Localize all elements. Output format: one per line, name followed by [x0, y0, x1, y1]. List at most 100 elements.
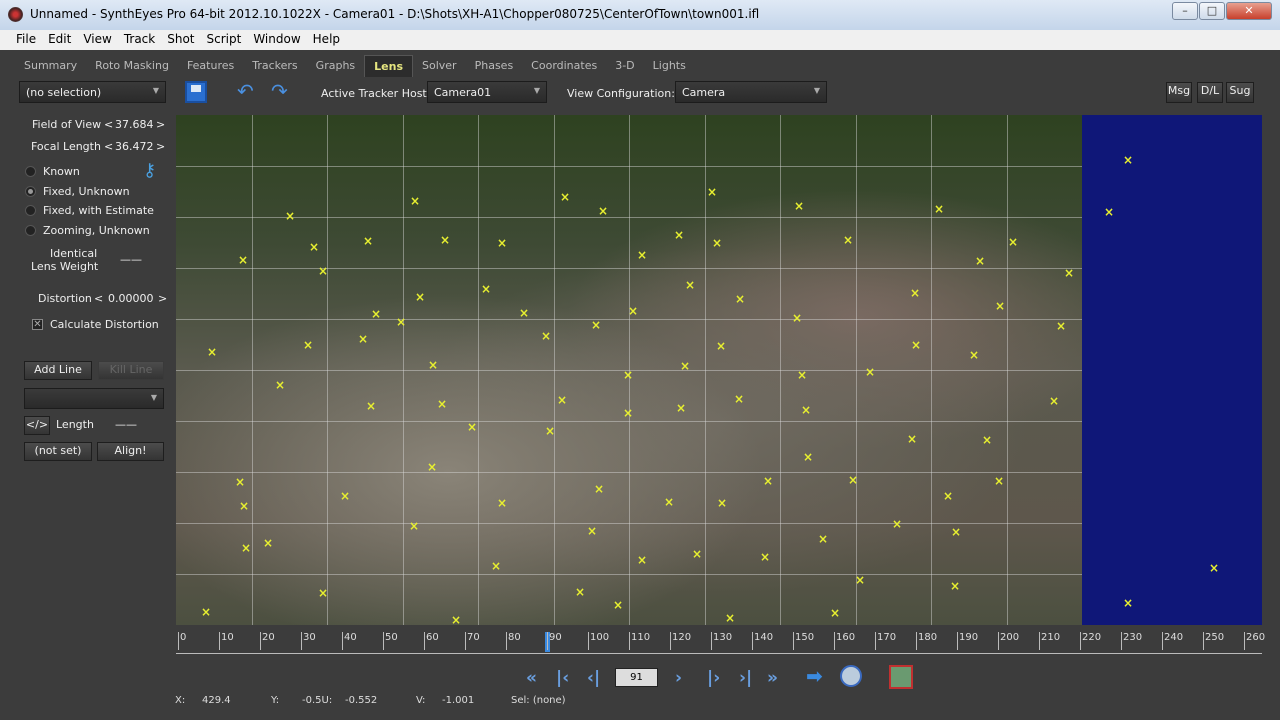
tracker-marker[interactable]: ×: [560, 191, 570, 203]
tab-3-d[interactable]: 3-D: [606, 55, 643, 77]
minimize-button[interactable]: –: [1172, 2, 1198, 20]
maximize-button[interactable]: □: [1199, 2, 1225, 20]
tracker-marker[interactable]: ×: [803, 451, 813, 463]
tracker-marker[interactable]: ×: [855, 574, 865, 586]
lens-mode-radio[interactable]: [25, 225, 36, 237]
tracker-marker[interactable]: ×: [285, 210, 295, 222]
next-frame-button[interactable]: ›: [675, 668, 682, 688]
tracker-marker[interactable]: ×: [318, 265, 328, 277]
tracker-marker[interactable]: ×: [409, 520, 419, 532]
tracker-marker[interactable]: ×: [674, 229, 684, 241]
view-config-dropdown[interactable]: Camera: [675, 81, 827, 103]
menu-shot[interactable]: Shot: [161, 30, 200, 50]
tracker-marker[interactable]: ×: [451, 614, 461, 625]
distortion-decrement[interactable]: <: [94, 292, 103, 305]
tracker-marker[interactable]: ×: [969, 349, 979, 361]
menu-edit[interactable]: Edit: [42, 30, 77, 50]
next-key-button[interactable]: |›: [707, 668, 720, 688]
tracker-marker[interactable]: ×: [830, 607, 840, 619]
fov-decrement[interactable]: <: [104, 118, 113, 131]
calc-distortion-checkbox[interactable]: ✕: [32, 319, 43, 330]
fast-forward-button[interactable]: »: [767, 668, 778, 688]
tab-roto-masking[interactable]: Roto Masking: [86, 55, 178, 77]
menu-track[interactable]: Track: [118, 30, 161, 50]
tracker-marker[interactable]: ×: [637, 249, 647, 261]
tracker-marker[interactable]: ×: [717, 497, 727, 509]
tracker-marker[interactable]: ×: [637, 554, 647, 566]
tracker-marker[interactable]: ×: [366, 400, 376, 412]
tracker-marker[interactable]: ×: [591, 319, 601, 331]
tracker-marker[interactable]: ×: [628, 305, 638, 317]
tracker-marker[interactable]: ×: [707, 186, 717, 198]
tracker-marker[interactable]: ×: [692, 548, 702, 560]
add-key-icon[interactable]: ⚷: [143, 160, 156, 181]
fov-increment[interactable]: >: [156, 118, 165, 131]
active-tracker-host-dropdown[interactable]: Camera01: [427, 81, 547, 103]
tab-lights[interactable]: Lights: [644, 55, 695, 77]
tracker-marker[interactable]: ×: [263, 537, 273, 549]
line-dropdown[interactable]: [24, 388, 164, 409]
tracker-marker[interactable]: ×: [241, 542, 251, 554]
tracker-marker[interactable]: ×: [309, 241, 319, 253]
camera-viewport[interactable]: × × × × × × × × × × × × × × × × × × × × × × × × × × × × × × × × × × × × × × × ×…: [176, 115, 1082, 625]
tracker-marker[interactable]: ×: [907, 433, 917, 445]
menu-file[interactable]: File: [10, 30, 42, 50]
lens-mode-radio[interactable]: [25, 205, 36, 217]
tracker-marker[interactable]: ×: [848, 474, 858, 486]
tracker-marker[interactable]: ×: [491, 560, 501, 572]
tracker-marker[interactable]: ×: [797, 369, 807, 381]
tracker-marker[interactable]: ×: [892, 518, 902, 530]
tracker-marker[interactable]: ×: [792, 312, 802, 324]
tracker-marker[interactable]: ×: [415, 291, 425, 303]
tracker-marker[interactable]: ×: [371, 308, 381, 320]
tracker-marker[interactable]: ×: [358, 333, 368, 345]
tracker-marker[interactable]: ×: [680, 360, 690, 372]
length-value[interactable]: ——: [115, 418, 137, 431]
tracker-marker[interactable]: ×: [685, 279, 695, 291]
tab-solver[interactable]: Solver: [413, 55, 466, 77]
tracker-marker[interactable]: ×: [712, 237, 722, 249]
tracker-marker[interactable]: ×: [235, 476, 245, 488]
tracker-marker[interactable]: ×: [340, 490, 350, 502]
tracker-marker[interactable]: ×: [1104, 206, 1114, 218]
tracker-marker[interactable]: ×: [982, 434, 992, 446]
tracker-marker[interactable]: ×: [239, 500, 249, 512]
tracker-marker[interactable]: ×: [587, 525, 597, 537]
focal-decrement[interactable]: <: [104, 140, 113, 153]
tracker-marker[interactable]: ×: [760, 551, 770, 563]
tab-trackers[interactable]: Trackers: [243, 55, 306, 77]
tracker-marker[interactable]: ×: [623, 369, 633, 381]
save-icon[interactable]: [185, 81, 207, 103]
tracker-marker[interactable]: ×: [818, 533, 828, 545]
tracker-marker[interactable]: ×: [664, 496, 674, 508]
tracker-marker[interactable]: ×: [734, 393, 744, 405]
menu-help[interactable]: Help: [307, 30, 346, 50]
tab-lens[interactable]: Lens: [364, 55, 414, 77]
tracker-marker[interactable]: ×: [519, 307, 529, 319]
tracker-marker[interactable]: ×: [467, 421, 477, 433]
tracker-marker[interactable]: ×: [843, 234, 853, 246]
undo-icon[interactable]: ↶: [237, 79, 254, 103]
tab-summary[interactable]: Summary: [15, 55, 86, 77]
menu-window[interactable]: Window: [247, 30, 306, 50]
menu-script[interactable]: Script: [201, 30, 248, 50]
selection-dropdown[interactable]: (no selection): [19, 81, 166, 103]
lens-mode-radio[interactable]: [25, 166, 36, 177]
add-line-button[interactable]: Add Line: [24, 361, 92, 380]
tracker-marker[interactable]: ×: [318, 587, 328, 599]
playback-speed-icon[interactable]: [840, 665, 862, 687]
tracker-marker[interactable]: ×: [410, 195, 420, 207]
tracker-marker[interactable]: ×: [238, 254, 248, 266]
tracker-marker[interactable]: ×: [1008, 236, 1018, 248]
tracker-marker[interactable]: ×: [676, 402, 686, 414]
dl-button[interactable]: D/L: [1197, 82, 1223, 103]
tracker-marker[interactable]: ×: [275, 379, 285, 391]
code-button[interactable]: </>: [24, 416, 50, 435]
focal-length-value[interactable]: 36.472: [115, 140, 154, 153]
tracker-marker[interactable]: ×: [950, 580, 960, 592]
tracker-marker[interactable]: ×: [437, 398, 447, 410]
fov-value[interactable]: 37.684: [115, 118, 154, 131]
rewind-button[interactable]: «: [526, 668, 537, 688]
tracker-marker[interactable]: ×: [1123, 154, 1133, 166]
tracker-marker[interactable]: ×: [910, 287, 920, 299]
